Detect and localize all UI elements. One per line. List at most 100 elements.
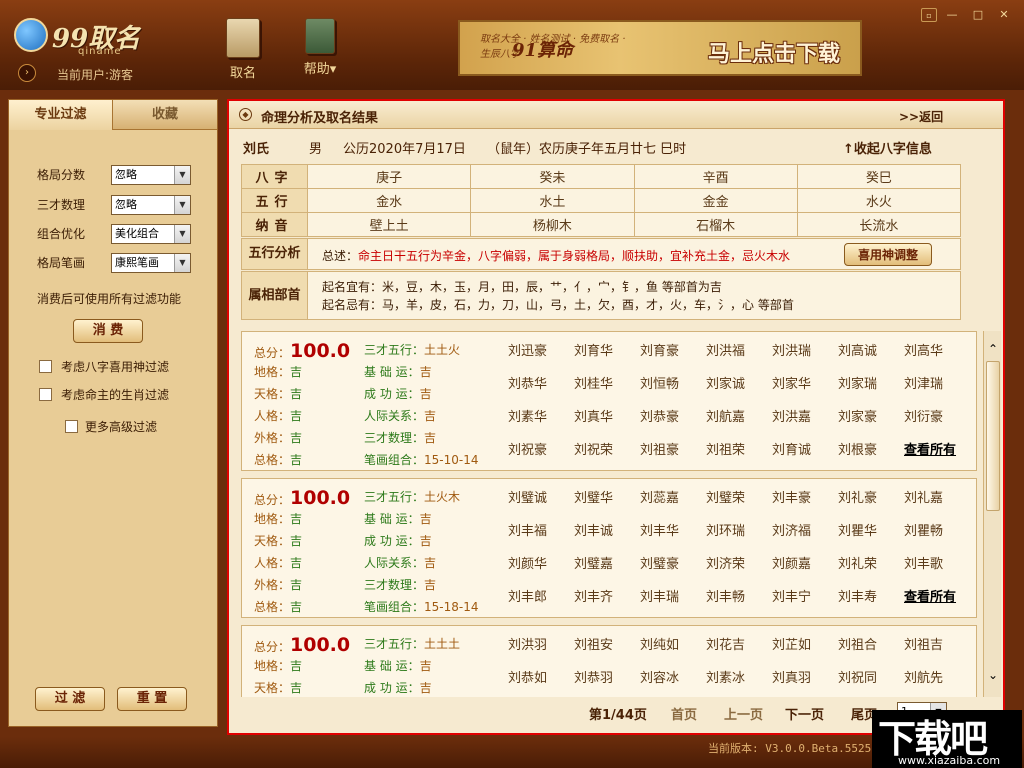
see-all-link[interactable]: 查看所有 <box>904 586 956 605</box>
candidate-name[interactable]: 刘祖合 <box>838 634 877 653</box>
candidate-name[interactable]: 刘高华 <box>904 340 943 359</box>
back-link[interactable]: >>返回 <box>899 108 943 125</box>
candidate-name[interactable]: 刘济荣 <box>706 553 745 572</box>
candidate-name[interactable]: 刘丰齐 <box>574 586 613 605</box>
candidate-name[interactable]: 刘恭华 <box>508 373 547 392</box>
collapse-bazi-link[interactable]: ↑收起八字信息 <box>843 138 932 157</box>
candidate-name[interactable]: 刘礼荣 <box>838 553 877 572</box>
consume-button[interactable]: 消 费 <box>73 319 143 343</box>
reset-button[interactable]: 重 置 <box>117 687 187 711</box>
maximize-icon[interactable]: □ <box>970 8 986 22</box>
candidate-name[interactable]: 刘迅豪 <box>508 340 547 359</box>
bazi-filter-checkbox[interactable] <box>39 360 52 373</box>
naming-toolbar-button[interactable]: 取名 <box>218 18 268 88</box>
candidate-name[interactable]: 刘航嘉 <box>706 406 745 425</box>
candidate-name[interactable]: 刘育华 <box>574 340 613 359</box>
xiyongshen-adjust-button[interactable]: 喜用神调整 <box>844 243 932 266</box>
candidate-name[interactable]: 刘祖荣 <box>706 439 745 458</box>
candidate-name[interactable]: 刘璧华 <box>574 487 613 506</box>
candidate-name[interactable]: 刘祖豪 <box>640 439 679 458</box>
candidate-name[interactable]: 刘璧嘉 <box>574 553 613 572</box>
candidate-name[interactable]: 刘根豪 <box>838 439 877 458</box>
candidate-name[interactable]: 刘真羽 <box>772 667 811 686</box>
candidate-name[interactable]: 刘真华 <box>574 406 613 425</box>
tab-favorites[interactable]: 收藏 <box>113 100 217 130</box>
candidate-name[interactable]: 刘恒畅 <box>640 373 679 392</box>
strokes-select[interactable]: 康熙笔画▼ <box>111 253 191 273</box>
candidate-name[interactable]: 刘祝同 <box>838 667 877 686</box>
filter-button[interactable]: 过 滤 <box>35 687 105 711</box>
candidate-name[interactable]: 刘瞿华 <box>838 520 877 539</box>
candidate-name[interactable]: 刘蕊嘉 <box>640 487 679 506</box>
candidate-name[interactable]: 刘纯如 <box>640 634 679 653</box>
candidate-name[interactable]: 刘育诚 <box>772 439 811 458</box>
candidate-name[interactable]: 刘礼豪 <box>838 487 877 506</box>
zodiac-filter-checkbox[interactable] <box>39 388 52 401</box>
candidate-name[interactable]: 刘家豪 <box>838 406 877 425</box>
candidate-name[interactable]: 刘礼嘉 <box>904 487 943 506</box>
candidate-name[interactable]: 刘洪羽 <box>508 634 547 653</box>
candidate-name[interactable]: 刘丰畅 <box>706 586 745 605</box>
candidate-name[interactable]: 刘祖安 <box>574 634 613 653</box>
results-scrollbar[interactable]: ⌃ ⌄ <box>983 331 1001 697</box>
candidate-name[interactable]: 刘恭如 <box>508 667 547 686</box>
minimize-icon[interactable]: — <box>944 8 960 22</box>
candidate-name[interactable]: 刘高诚 <box>838 340 877 359</box>
candidate-name[interactable]: 刘祝豪 <box>508 439 547 458</box>
candidate-name[interactable]: 刘素华 <box>508 406 547 425</box>
candidate-name[interactable]: 刘丰郎 <box>508 586 547 605</box>
tab-professional-filter[interactable]: 专业过滤 <box>9 100 113 130</box>
candidate-name[interactable]: 刘祝荣 <box>574 439 613 458</box>
download-banner[interactable]: 取名大全 · 姓名测试 · 免费取名 · 生辰八字 91算命 马上点击下载 <box>458 20 862 76</box>
candidate-name[interactable]: 刘桂华 <box>574 373 613 392</box>
candidate-name[interactable]: 刘丰歌 <box>904 553 943 572</box>
candidate-name[interactable]: 刘容冰 <box>640 667 679 686</box>
candidate-name[interactable]: 刘家瑞 <box>838 373 877 392</box>
combo-select[interactable]: 美化组合▼ <box>111 224 191 244</box>
candidate-name[interactable]: 刘济福 <box>772 520 811 539</box>
score-select[interactable]: 忽略▼ <box>111 165 191 185</box>
close-icon[interactable]: ✕ <box>996 8 1012 22</box>
candidate-name[interactable]: 刘颜嘉 <box>772 553 811 572</box>
candidate-name[interactable]: 刘恭豪 <box>640 406 679 425</box>
candidate-name[interactable]: 刘璧豪 <box>640 553 679 572</box>
candidate-name[interactable]: 刘丰诚 <box>574 520 613 539</box>
help-toolbar-button[interactable]: 帮助▾ <box>290 18 350 88</box>
candidate-name[interactable]: 刘洪瑞 <box>772 340 811 359</box>
candidate-name[interactable]: 刘花吉 <box>706 634 745 653</box>
user-menu-arrow-icon[interactable]: › <box>18 64 36 82</box>
candidate-name[interactable]: 刘恭羽 <box>574 667 613 686</box>
candidate-name[interactable]: 刘丰豪 <box>772 487 811 506</box>
candidate-name[interactable]: 刘瞿畅 <box>904 520 943 539</box>
candidate-name[interactable]: 刘璧诚 <box>508 487 547 506</box>
advanced-filter-checkbox[interactable] <box>65 420 78 433</box>
scroll-thumb[interactable] <box>986 361 1000 511</box>
first-page-link[interactable]: 首页 <box>671 704 697 723</box>
candidate-name[interactable]: 刘丰福 <box>508 520 547 539</box>
candidate-name[interactable]: 刘璧荣 <box>706 487 745 506</box>
candidate-name[interactable]: 刘祖吉 <box>904 634 943 653</box>
candidate-name[interactable]: 刘津瑞 <box>904 373 943 392</box>
candidate-name[interactable]: 刘航先 <box>904 667 943 686</box>
candidate-name[interactable]: 刘家华 <box>772 373 811 392</box>
candidate-name[interactable]: 刘洪福 <box>706 340 745 359</box>
candidate-name[interactable]: 刘家诚 <box>706 373 745 392</box>
scroll-down-icon[interactable]: ⌄ <box>984 667 1002 683</box>
candidate-name[interactable]: 刘丰华 <box>640 520 679 539</box>
candidate-name[interactable]: 刘育豪 <box>640 340 679 359</box>
scroll-up-icon[interactable]: ⌃ <box>984 341 1002 357</box>
candidate-name[interactable]: 刘衍豪 <box>904 406 943 425</box>
see-all-link[interactable]: 查看所有 <box>904 439 956 458</box>
sancai-select[interactable]: 忽略▼ <box>111 195 191 215</box>
candidate-name[interactable]: 刘芷如 <box>772 634 811 653</box>
next-page-link[interactable]: 下一页 <box>785 704 824 723</box>
candidate-name[interactable]: 刘素冰 <box>706 667 745 686</box>
candidate-name[interactable]: 刘丰寿 <box>838 586 877 605</box>
window-menu-icon[interactable]: ▫ <box>921 8 937 22</box>
candidate-name[interactable]: 刘环瑞 <box>706 520 745 539</box>
prev-page-link[interactable]: 上一页 <box>724 704 763 723</box>
candidate-name[interactable]: 刘丰宁 <box>772 586 811 605</box>
candidate-name[interactable]: 刘丰瑞 <box>640 586 679 605</box>
candidate-name[interactable]: 刘洪嘉 <box>772 406 811 425</box>
candidate-name[interactable]: 刘颜华 <box>508 553 547 572</box>
